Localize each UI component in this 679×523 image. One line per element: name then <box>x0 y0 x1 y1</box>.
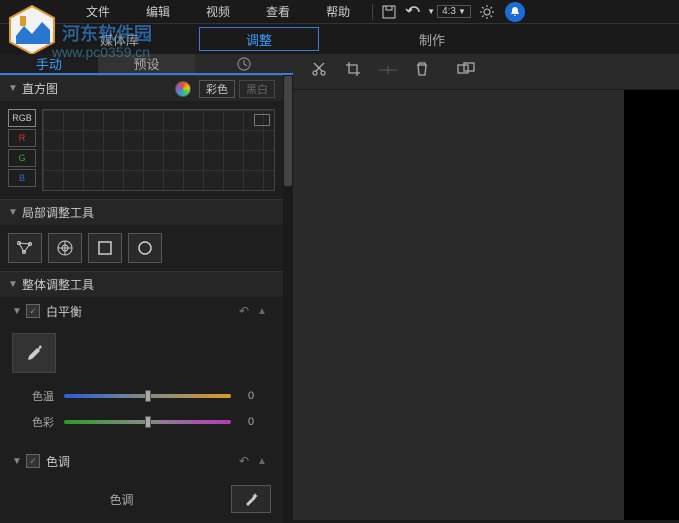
crop-icon[interactable] <box>345 61 361 82</box>
clipping-warning-icon[interactable] <box>254 114 270 126</box>
reset-icon[interactable]: ↶ <box>239 304 257 318</box>
tint-value: 0 <box>231 416 271 428</box>
adjust-tabs: 手动 预设 <box>0 54 293 75</box>
tone-checkbox[interactable]: ✓ <box>26 454 40 468</box>
temperature-slider[interactable] <box>64 394 231 398</box>
settings-icon[interactable] <box>475 2 499 22</box>
histogram-chart <box>42 109 275 191</box>
local-tools-body <box>0 225 283 271</box>
delete-icon[interactable] <box>415 61 429 82</box>
menu-edit[interactable]: 编辑 <box>128 3 188 20</box>
undo-icon[interactable] <box>401 2 425 22</box>
menu-file[interactable]: 文件 <box>68 3 128 20</box>
cut-icon[interactable] <box>311 61 327 82</box>
aspect-ratio-value: 4:3 <box>442 6 456 17</box>
tab-history-icon[interactable] <box>195 54 293 73</box>
mask-pen-tool[interactable] <box>8 233 42 263</box>
circle-tool[interactable] <box>128 233 162 263</box>
nav-create[interactable]: 制作 <box>419 30 445 49</box>
menu-view[interactable]: 查看 <box>248 3 308 20</box>
tone-body: 色调 <box>0 475 283 523</box>
temperature-value: 0 <box>231 390 271 402</box>
preview-image <box>624 90 679 520</box>
notification-bell-icon[interactable] <box>505 2 525 22</box>
nav-adjust[interactable]: 调整 <box>199 27 319 51</box>
left-panel: 手动 预设 ▼ 直方图 彩色 黑白 RGB R <box>0 54 293 520</box>
aspect-ratio-selector[interactable]: 4:3▼ <box>437 5 471 18</box>
tint-thumb[interactable] <box>145 416 151 428</box>
menubar: 文件 编辑 视频 查看 帮助 ▼ 4:3▼ <box>0 0 679 24</box>
undo-dropdown-icon[interactable]: ▼ <box>425 2 437 22</box>
channel-r[interactable]: R <box>8 129 36 147</box>
menu-help[interactable]: 帮助 <box>308 3 368 20</box>
chevron-down-icon: ▼ <box>12 456 26 467</box>
mode-bw[interactable]: 黑白 <box>239 80 275 98</box>
auto-tone-button[interactable] <box>231 485 271 513</box>
white-balance-checkbox[interactable]: ✓ <box>26 304 40 318</box>
global-tools-title: 整体调整工具 <box>22 276 275 293</box>
temperature-label: 色温 <box>12 388 64 404</box>
white-balance-header[interactable]: ▼ ✓ 白平衡 ↶ ▲ <box>0 297 283 325</box>
scrollbar-thumb[interactable] <box>284 76 292 186</box>
temperature-thumb[interactable] <box>145 390 151 402</box>
chevron-up-icon[interactable]: ▲ <box>257 456 271 467</box>
menu-video[interactable]: 视频 <box>188 3 248 20</box>
tab-preset[interactable]: 预设 <box>98 54 196 73</box>
canvas-area <box>293 54 679 520</box>
chevron-down-icon: ▼ <box>8 279 22 290</box>
module-nav: 媒体库 调整 制作 <box>0 24 679 54</box>
nav-library[interactable]: 媒体库 <box>70 30 169 49</box>
divider <box>372 4 373 20</box>
temperature-row: 色温 0 <box>12 383 271 409</box>
tone-header[interactable]: ▼ ✓ 色调 ↶ ▲ <box>0 447 283 475</box>
save-icon[interactable] <box>377 2 401 22</box>
mode-color[interactable]: 彩色 <box>199 80 235 98</box>
chevron-down-icon: ▼ <box>8 207 22 218</box>
global-tools-header[interactable]: ▼ 整体调整工具 <box>0 271 283 297</box>
radial-tool[interactable] <box>48 233 82 263</box>
local-tools-title: 局部调整工具 <box>22 204 275 221</box>
channel-rgb[interactable]: RGB <box>8 109 36 127</box>
white-balance-body: 色温 0 色彩 <box>0 325 283 447</box>
straighten-icon[interactable] <box>379 63 397 81</box>
tab-manual[interactable]: 手动 <box>0 54 98 73</box>
rect-tool[interactable] <box>88 233 122 263</box>
eyedropper-button[interactable] <box>12 333 56 373</box>
reset-icon[interactable]: ↶ <box>239 454 257 468</box>
channel-b[interactable]: B <box>8 169 36 187</box>
histogram-body: RGB R G B <box>0 101 283 199</box>
chevron-up-icon[interactable]: ▲ <box>257 306 271 317</box>
channel-g[interactable]: G <box>8 149 36 167</box>
white-balance-title: 白平衡 <box>46 303 239 320</box>
local-tools-header[interactable]: ▼ 局部调整工具 <box>0 199 283 225</box>
chevron-down-icon: ▼ <box>12 306 26 317</box>
color-wheel-icon[interactable] <box>175 81 191 97</box>
tint-label: 色彩 <box>12 414 64 430</box>
histogram-title: 直方图 <box>22 80 175 97</box>
chevron-down-icon: ▼ <box>8 83 22 94</box>
channel-list: RGB R G B <box>8 109 36 191</box>
tint-row: 色彩 0 <box>12 409 271 435</box>
compare-icon[interactable] <box>457 62 475 81</box>
tone-title: 色调 <box>46 453 239 470</box>
panel-scrollbar[interactable] <box>283 75 293 523</box>
histogram-header[interactable]: ▼ 直方图 彩色 黑白 <box>0 75 283 101</box>
canvas-toolbar <box>293 54 679 90</box>
tone-label: 色调 <box>12 491 231 508</box>
tint-slider[interactable] <box>64 420 231 424</box>
